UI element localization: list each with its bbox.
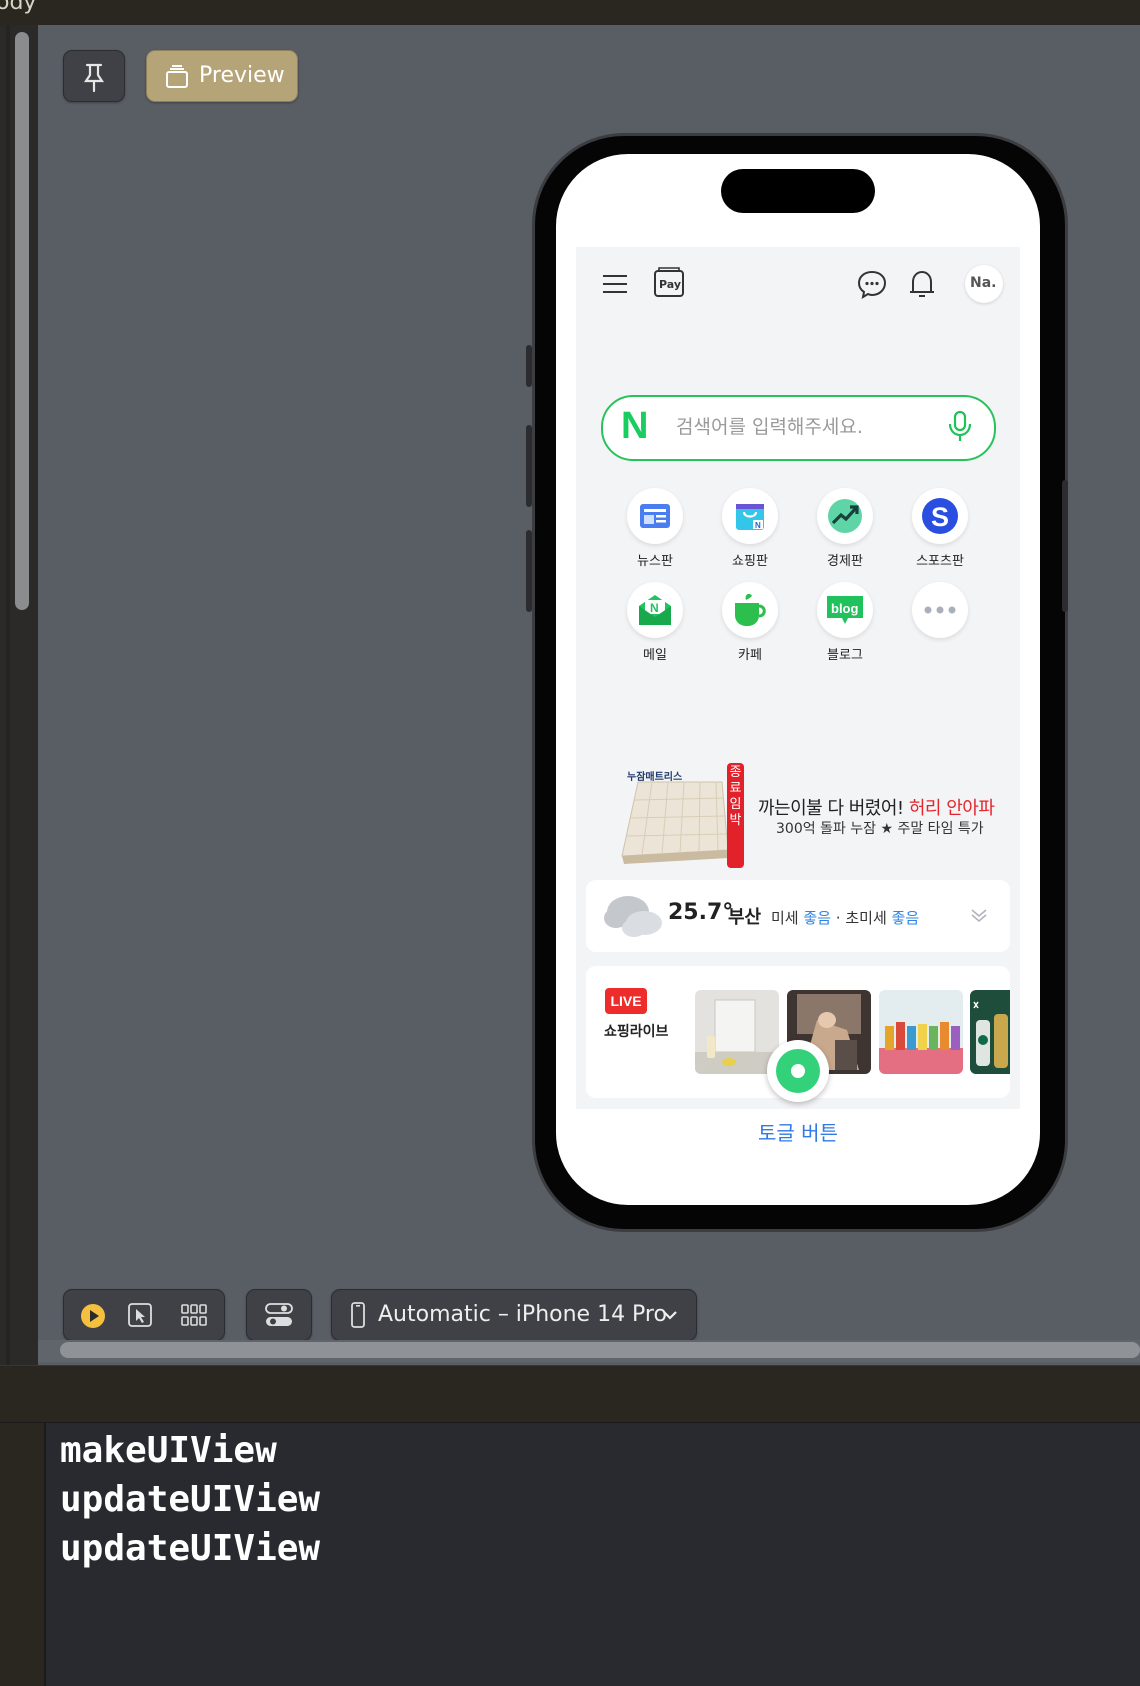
pin-icon bbox=[83, 63, 105, 93]
service-cafe[interactable]: 카페 bbox=[702, 582, 798, 663]
dynamic-island bbox=[721, 169, 875, 213]
console-line: updateUIView bbox=[60, 1528, 321, 1569]
ad-tag: 종료임박 bbox=[727, 763, 744, 868]
green-dot-floating-button[interactable] bbox=[767, 1040, 829, 1102]
device-settings-button[interactable] bbox=[246, 1289, 312, 1341]
cloud-icon bbox=[602, 888, 668, 944]
ad-title: 까는이불 다 버렸어! 허리 안아파 bbox=[758, 798, 995, 819]
newspaper-icon bbox=[640, 504, 670, 528]
service-more[interactable] bbox=[892, 582, 988, 644]
mail-icon: N bbox=[639, 595, 671, 625]
cafe-cup-icon bbox=[735, 593, 766, 626]
service-blog[interactable]: blog 블로그 bbox=[797, 582, 893, 663]
vertical-scrollbar[interactable] bbox=[15, 32, 29, 610]
service-label: 경제판 bbox=[827, 554, 863, 569]
device-selector-label: Automatic – iPhone 14 Pro bbox=[378, 1302, 667, 1327]
svg-text:S: S bbox=[931, 502, 949, 532]
notification-bell-icon[interactable] bbox=[907, 268, 937, 304]
live-badge: LIVE bbox=[605, 988, 647, 1014]
preview-mode-controls bbox=[63, 1289, 225, 1341]
naver-pay-icon[interactable]: Pay bbox=[653, 267, 685, 299]
console-line: makeUIView bbox=[60, 1430, 277, 1471]
stack-icon bbox=[166, 65, 188, 88]
toggles-icon bbox=[265, 1303, 293, 1326]
power-button bbox=[1062, 480, 1068, 612]
weather-city: 부산 bbox=[728, 907, 762, 928]
ad-brand: 누잠매트리스 bbox=[627, 772, 683, 783]
live-thumbnail[interactable] bbox=[879, 990, 963, 1074]
chevron-down-icon[interactable] bbox=[970, 906, 988, 928]
pay-label: Pay bbox=[659, 278, 682, 291]
service-mail[interactable]: N 메일 bbox=[607, 582, 703, 663]
preview-label: Preview bbox=[199, 63, 285, 88]
blog-icon: blog bbox=[827, 596, 863, 624]
shopping-live-label: 쇼핑라이브 bbox=[604, 1024, 669, 1040]
iphone-icon bbox=[351, 1302, 365, 1328]
volume-down-button bbox=[526, 530, 532, 612]
live-thumbnail[interactable] bbox=[695, 990, 779, 1074]
svg-text:N: N bbox=[650, 601, 659, 615]
service-label: 스포츠판 bbox=[916, 554, 964, 569]
pin-preview-button[interactable] bbox=[63, 50, 125, 102]
editor-top-strip: ody bbox=[0, 0, 1140, 26]
toggle-button[interactable]: 토글 버튼 bbox=[700, 1116, 896, 1146]
avatar[interactable]: Na. bbox=[965, 265, 1003, 303]
service-label: 카페 bbox=[738, 648, 762, 663]
volume-up-button bbox=[526, 425, 532, 507]
shopping-bag-icon: N bbox=[736, 504, 764, 530]
console-line: updateUIView bbox=[60, 1479, 321, 1520]
talk-icon[interactable] bbox=[857, 269, 887, 303]
svg-text:blog: blog bbox=[831, 601, 858, 616]
preview-mode-button[interactable]: Preview bbox=[146, 50, 298, 102]
search-input[interactable] bbox=[674, 411, 938, 443]
service-news[interactable]: 뉴스판 bbox=[607, 488, 703, 569]
ad-tag-text: 종료임박 bbox=[729, 765, 742, 828]
mattress-image bbox=[616, 770, 734, 874]
ad-subtitle: 300억 돌파 누잠 ★ 주말 타임 특가 bbox=[776, 821, 984, 837]
service-label: 뉴스판 bbox=[637, 554, 673, 569]
svg-text:N: N bbox=[755, 521, 761, 530]
service-label: 메일 bbox=[643, 648, 667, 663]
more-dots-icon bbox=[924, 606, 956, 614]
device-selector[interactable]: Automatic – iPhone 14 Pro bbox=[331, 1289, 697, 1341]
weather-temperature: 25.7° bbox=[668, 900, 734, 925]
horizontal-scrollbar[interactable] bbox=[60, 1342, 1140, 1358]
selectable-cursor-icon[interactable] bbox=[127, 1302, 153, 1332]
live-thumbnail[interactable] bbox=[970, 990, 1010, 1074]
sports-s-icon: S bbox=[922, 498, 958, 534]
trend-up-icon bbox=[828, 499, 862, 533]
live-play-icon[interactable] bbox=[80, 1303, 106, 1333]
microphone-icon[interactable] bbox=[947, 409, 973, 447]
service-sports[interactable]: S 스포츠판 bbox=[892, 488, 988, 569]
service-label: 블로그 bbox=[827, 648, 863, 663]
naver-logo: N bbox=[621, 405, 649, 447]
console-gutter bbox=[0, 1423, 46, 1686]
avatar-text: Na. bbox=[970, 275, 997, 291]
service-economy[interactable]: 경제판 bbox=[797, 488, 893, 569]
menu-icon[interactable] bbox=[601, 270, 629, 302]
chevron-down-icon bbox=[663, 1311, 677, 1320]
service-shopping[interactable]: N 쇼핑판 bbox=[702, 488, 798, 569]
code-fragment: ody bbox=[0, 0, 37, 15]
air-quality: 미세 좋음 · 초미세 좋음 bbox=[771, 909, 920, 927]
ad-title-accent: 허리 안아파 bbox=[908, 798, 995, 819]
service-label: 쇼핑판 bbox=[732, 554, 768, 569]
silent-switch bbox=[526, 345, 532, 387]
debug-bar bbox=[0, 1365, 1140, 1424]
variants-grid-icon[interactable] bbox=[181, 1304, 207, 1330]
